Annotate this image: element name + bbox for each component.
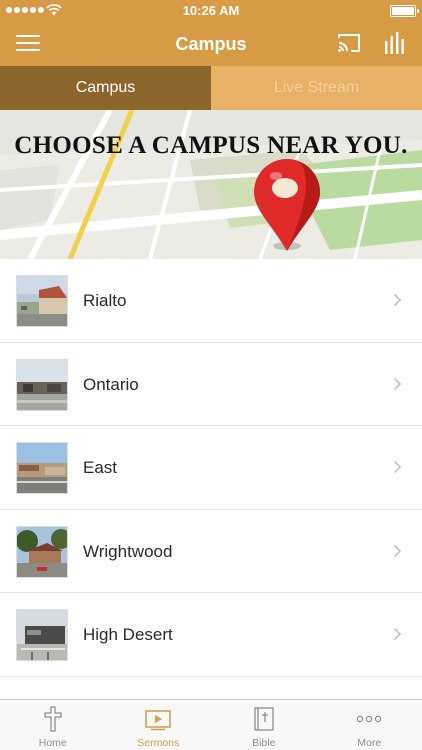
list-item[interactable]: East	[0, 426, 422, 510]
campus-name: Ontario	[83, 374, 139, 394]
campus-name: Rialto	[83, 291, 127, 310]
chevron-right-icon	[393, 377, 402, 390]
campus-list: Rialto Ontario East Wrightwood High Dese…	[0, 259, 422, 677]
campus-banner: CHOOSE A CAMPUS NEAR YOU.	[0, 110, 422, 259]
list-item[interactable]: Ontario	[0, 342, 422, 426]
campus-name: Wrightwood	[83, 541, 173, 561]
campus-photo	[16, 275, 68, 327]
menu-icon[interactable]	[16, 35, 40, 53]
cast-icon[interactable]	[336, 32, 362, 54]
tabbar-item-more[interactable]: More	[317, 700, 422, 750]
campus-photo	[16, 442, 68, 494]
chevron-right-icon	[393, 293, 402, 307]
tab-live-stream[interactable]: Live Stream	[211, 66, 422, 110]
more-icon	[357, 715, 382, 723]
campus-photo	[16, 609, 68, 661]
bible-icon	[254, 707, 274, 731]
bottom-tab-bar: Home Sermons Bible More	[0, 699, 422, 750]
tabbar-label: Home	[38, 737, 67, 749]
campus-photo	[16, 358, 68, 411]
campus-name: East	[83, 458, 118, 477]
status-bar: 10:26 AM	[0, 0, 422, 22]
video-icon	[145, 710, 171, 731]
chevron-right-icon	[393, 460, 402, 474]
list-item[interactable]: High Desert	[0, 593, 422, 677]
list-item[interactable]: Rialto	[0, 259, 422, 343]
banner-title: CHOOSE A CAMPUS NEAR YOU.	[14, 132, 408, 159]
tabbar-label: More	[357, 737, 382, 749]
stats-icon[interactable]	[384, 31, 406, 55]
campus-name: High Desert	[83, 625, 173, 644]
tabbar-item-bible[interactable]: Bible	[211, 700, 317, 750]
list-item[interactable]: Wrightwood	[0, 509, 422, 593]
navigation-bar: Campus	[0, 22, 422, 66]
chevron-right-icon	[393, 627, 402, 641]
chevron-right-icon	[393, 544, 402, 557]
tabbar-label: Sermons	[137, 737, 180, 749]
status-time: 10:26 AM	[182, 3, 240, 18]
cross-icon	[44, 706, 62, 732]
segmented-tabs: Campus Live Stream	[0, 66, 422, 110]
campus-photo	[16, 525, 68, 578]
tab-campus[interactable]: Campus	[0, 66, 211, 110]
tabbar-item-sermons[interactable]: Sermons	[106, 700, 212, 750]
tabbar-item-home[interactable]: Home	[0, 700, 106, 750]
tabbar-label: Bible	[252, 737, 276, 749]
battery-icon	[390, 5, 419, 17]
